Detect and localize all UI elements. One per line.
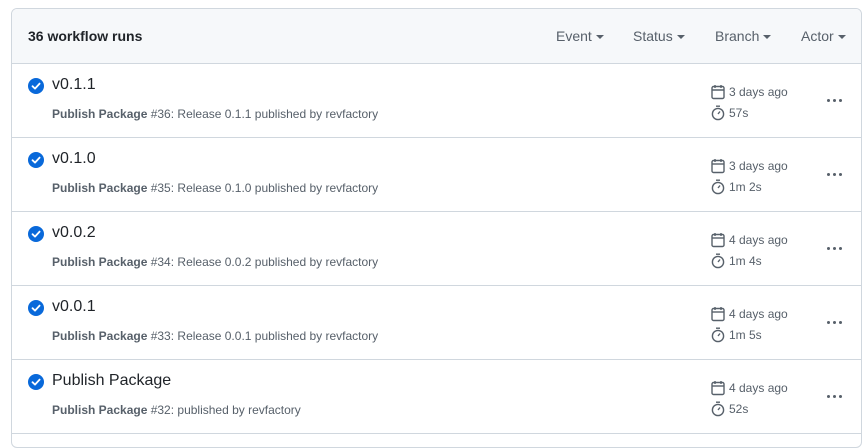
run-description: #32: published by revfactory <box>147 403 301 417</box>
runs-count-title: 36 workflow runs <box>28 28 143 44</box>
kebab-dot <box>838 394 842 398</box>
run-duration: 57s <box>711 105 748 121</box>
event-filter-dropdown[interactable]: Event <box>556 28 604 44</box>
event-filter-label: Event <box>556 28 592 44</box>
workflow-run-row[interactable]: v0.1.0 Publish Package #35: Release 0.1.… <box>12 138 861 212</box>
calendar-icon <box>711 233 725 248</box>
actor-filter-dropdown[interactable]: Actor <box>801 28 846 44</box>
run-duration: 52s <box>711 401 748 417</box>
workflow-name[interactable]: Publish Package <box>52 403 147 417</box>
workflow-run-row[interactable]: v0.0.1 Publish Package #33: Release 0.0.… <box>12 286 861 360</box>
run-duration: 1m 5s <box>711 327 762 343</box>
run-title-link[interactable]: v0.0.1 <box>52 298 96 316</box>
run-title-link[interactable]: v0.1.0 <box>52 150 96 168</box>
kebab-dot <box>838 246 842 250</box>
run-description: #36: Release 0.1.1 published by revfacto… <box>147 107 379 121</box>
run-duration-text: 57s <box>729 106 749 120</box>
kebab-dot <box>826 98 830 102</box>
workflow-name[interactable]: Publish Package <box>52 107 147 121</box>
caret-down-icon <box>595 35 604 39</box>
run-date-text: 3 days ago <box>729 85 788 99</box>
run-subtitle: Publish Package #32: published by revfac… <box>52 403 301 417</box>
calendar-icon <box>711 159 725 174</box>
run-duration-text: 1m 5s <box>729 328 762 342</box>
stopwatch-icon <box>711 327 725 343</box>
calendar-icon <box>711 381 725 396</box>
workflow-run-row[interactable]: v0.0.2 Publish Package #34: Release 0.0.… <box>12 212 861 286</box>
status-filter-label: Status <box>633 28 673 44</box>
actor-filter-label: Actor <box>801 28 834 44</box>
branch-filter-dropdown[interactable]: Branch <box>715 28 772 44</box>
runs-header: 36 workflow runs Event Status Branch Act… <box>12 9 861 64</box>
run-description: #34: Release 0.0.2 published by revfacto… <box>147 255 379 269</box>
run-menu-button[interactable] <box>820 238 848 258</box>
run-duration: 1m 2s <box>711 179 762 195</box>
workflow-name[interactable]: Publish Package <box>52 329 147 343</box>
run-subtitle: Publish Package #36: Release 0.1.1 publi… <box>52 107 378 121</box>
kebab-dot <box>826 172 830 176</box>
stopwatch-icon <box>711 105 725 121</box>
kebab-dot <box>826 394 830 398</box>
run-description: #33: Release 0.0.1 published by revfacto… <box>147 329 379 343</box>
run-date: 4 days ago <box>711 232 788 248</box>
run-menu-button[interactable] <box>820 90 848 110</box>
run-date-text: 4 days ago <box>729 381 788 395</box>
branch-filter-label: Branch <box>715 28 760 44</box>
workflow-runs-box: 36 workflow runs Event Status Branch Act… <box>11 8 862 448</box>
status-filter-dropdown[interactable]: Status <box>633 28 685 44</box>
caret-down-icon <box>676 35 685 39</box>
kebab-dot <box>838 320 842 324</box>
run-menu-button[interactable] <box>820 312 848 332</box>
workflow-name[interactable]: Publish Package <box>52 255 147 269</box>
kebab-dot <box>826 320 830 324</box>
run-date-text: 4 days ago <box>729 307 788 321</box>
run-menu-button[interactable] <box>820 164 848 184</box>
run-menu-button[interactable] <box>820 386 848 406</box>
kebab-dot <box>832 98 836 102</box>
run-date-text: 3 days ago <box>729 159 788 173</box>
stopwatch-icon <box>711 401 725 417</box>
kebab-dot <box>838 98 842 102</box>
kebab-dot <box>832 320 836 324</box>
check-circle-icon <box>28 374 44 390</box>
caret-down-icon <box>837 35 846 39</box>
kebab-dot <box>832 246 836 250</box>
run-subtitle: Publish Package #35: Release 0.1.0 publi… <box>52 181 378 195</box>
run-date: 3 days ago <box>711 158 788 174</box>
run-title-link[interactable]: v0.0.2 <box>52 224 96 242</box>
run-title-link[interactable]: Publish Package <box>52 372 171 390</box>
kebab-dot <box>832 394 836 398</box>
kebab-dot <box>832 172 836 176</box>
run-duration: 1m 4s <box>711 253 762 269</box>
run-subtitle: Publish Package #34: Release 0.0.2 publi… <box>52 255 378 269</box>
run-description: #35: Release 0.1.0 published by revfacto… <box>147 181 379 195</box>
caret-down-icon <box>763 35 772 39</box>
run-duration-text: 1m 4s <box>729 254 762 268</box>
run-date: 4 days ago <box>711 380 788 396</box>
check-circle-icon <box>28 226 44 242</box>
run-duration-text: 52s <box>729 402 749 416</box>
run-date: 3 days ago <box>711 84 788 100</box>
run-date: 4 days ago <box>711 306 788 322</box>
check-circle-icon <box>28 152 44 168</box>
check-circle-icon <box>28 300 44 316</box>
stopwatch-icon <box>711 253 725 269</box>
run-duration-text: 1m 2s <box>729 180 762 194</box>
stopwatch-icon <box>711 179 725 195</box>
calendar-icon <box>711 307 725 322</box>
run-title-link[interactable]: v0.1.1 <box>52 76 96 94</box>
run-date-text: 4 days ago <box>729 233 788 247</box>
kebab-dot <box>838 172 842 176</box>
calendar-icon <box>711 85 725 100</box>
workflow-name[interactable]: Publish Package <box>52 181 147 195</box>
check-circle-icon <box>28 78 44 94</box>
run-subtitle: Publish Package #33: Release 0.0.1 publi… <box>52 329 378 343</box>
kebab-dot <box>826 246 830 250</box>
workflow-run-row[interactable]: Publish Package Publish Package #32: pub… <box>12 360 861 434</box>
workflow-run-row[interactable]: v0.1.1 Publish Package #36: Release 0.1.… <box>12 64 861 138</box>
